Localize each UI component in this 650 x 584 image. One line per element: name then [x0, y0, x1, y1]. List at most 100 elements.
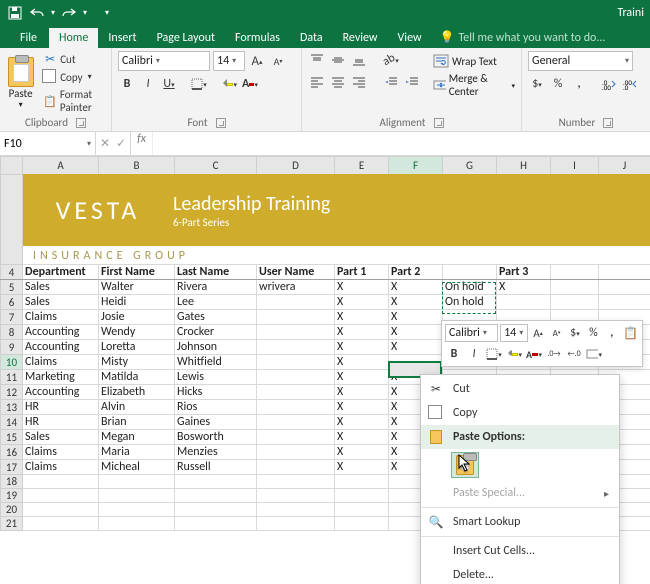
orientation-button[interactable]: ab▾ [382, 51, 400, 69]
cell-part1[interactable]: X [335, 430, 389, 445]
cell-part2[interactable]: X [389, 280, 443, 295]
bold-button[interactable]: B [118, 75, 136, 93]
cell-part1[interactable]: X [335, 340, 389, 355]
row-head-16[interactable]: 16 [1, 445, 23, 460]
cell-dept[interactable]: Sales [23, 295, 99, 310]
col-I[interactable]: I [551, 157, 599, 175]
mini-format-painter-icon[interactable]: 📋 [622, 324, 639, 342]
col-E[interactable]: E [335, 157, 389, 175]
chevron-down-icon[interactable]: ▾ [19, 100, 23, 110]
row-head-banner[interactable] [1, 175, 23, 265]
ctx-paste-default[interactable] [451, 452, 479, 478]
cell-part1[interactable]: X [335, 355, 389, 370]
underline-button[interactable]: U▾ [160, 75, 178, 93]
mini-fill-color[interactable]: ▾ [505, 345, 523, 363]
col-C[interactable]: C [175, 157, 257, 175]
mini-font-size[interactable]: 14▾ [500, 324, 528, 342]
cell-username[interactable] [257, 400, 335, 415]
mini-border[interactable]: ▾ [485, 345, 503, 363]
cell-lastname[interactable]: Crocker [175, 325, 257, 340]
row-head-6[interactable]: 6 [1, 295, 23, 310]
row-head-18[interactable]: 18 [1, 475, 23, 489]
cell-part1[interactable]: X [335, 385, 389, 400]
col-B[interactable]: B [99, 157, 175, 175]
row-head-15[interactable]: 15 [1, 430, 23, 445]
row-head-11[interactable]: 11 [1, 370, 23, 385]
mini-inc-decimal[interactable]: .0→ [545, 345, 563, 363]
cell-lastname[interactable]: Lee [175, 295, 257, 310]
cell-lastname[interactable]: Gates [175, 310, 257, 325]
cell-firstname[interactable]: Brian [99, 415, 175, 430]
undo-dropdown[interactable]: ▾ [48, 2, 58, 24]
cell-part1[interactable]: X [335, 280, 389, 295]
font-size-select[interactable]: 14▾ [213, 51, 245, 71]
cell-dept[interactable]: Claims [23, 460, 99, 475]
cell-lastname[interactable]: Bosworth [175, 430, 257, 445]
cell-part1[interactable]: X [335, 310, 389, 325]
row-head-7[interactable]: 7 [1, 310, 23, 325]
cell-part3[interactable] [497, 295, 551, 310]
increase-indent-icon[interactable] [403, 73, 421, 91]
cell-dept[interactable]: Accounting [23, 340, 99, 355]
italic-button[interactable]: I [139, 75, 157, 93]
header-last-name[interactable]: Last Name [175, 265, 257, 280]
row-head-21[interactable]: 21 [1, 517, 23, 531]
cell-lastname[interactable]: Johnson [175, 340, 257, 355]
row-head-13[interactable]: 13 [1, 400, 23, 415]
cell-lastname[interactable]: Gaines [175, 415, 257, 430]
cell-lastname[interactable]: Rios [175, 400, 257, 415]
col-H[interactable]: H [497, 157, 551, 175]
cell-firstname[interactable]: Wendy [99, 325, 175, 340]
comma-style-button[interactable]: , [570, 75, 588, 93]
cell-firstname[interactable]: Megan [99, 430, 175, 445]
cell-username[interactable] [257, 460, 335, 475]
cell-dept[interactable]: Accounting [23, 385, 99, 400]
header-part1[interactable]: Part 1 [335, 265, 389, 280]
header-part2[interactable]: Part 2 [389, 265, 443, 280]
cell-part3[interactable]: X [497, 280, 551, 295]
cell-G4[interactable] [443, 265, 497, 280]
cell-lastname[interactable]: Whitfield [175, 355, 257, 370]
ctx-copy[interactable]: Copy [421, 401, 619, 425]
cell-part1[interactable]: X [335, 460, 389, 475]
cell-part2[interactable]: X [389, 295, 443, 310]
increase-decimal-icon[interactable]: .0.00 [600, 75, 618, 93]
cell-firstname[interactable]: Alvin [99, 400, 175, 415]
row-head-9[interactable]: 9 [1, 340, 23, 355]
cell-g[interactable]: On hold [443, 280, 497, 295]
row-head-5[interactable]: 5 [1, 280, 23, 295]
enter-formula-icon[interactable]: ✓ [116, 136, 126, 151]
cell-part2[interactable]: X [389, 325, 443, 340]
header-part3[interactable]: Part 3 [497, 265, 551, 280]
paste-button[interactable]: Paste ▾ [6, 51, 35, 115]
name-box-input[interactable] [4, 137, 64, 151]
cancel-formula-icon[interactable]: ✕ [100, 136, 110, 151]
tab-insert[interactable]: Insert [98, 28, 146, 48]
cell-lastname[interactable]: Russell [175, 460, 257, 475]
row-head-17[interactable]: 17 [1, 460, 23, 475]
cell-g[interactable]: On hold [443, 295, 497, 310]
align-center-icon[interactable] [329, 73, 347, 91]
mini-currency[interactable]: $▾ [567, 324, 583, 342]
qat-customize[interactable]: ▾ [96, 2, 118, 24]
cell-dept[interactable]: Claims [23, 355, 99, 370]
border-button[interactable]: ▾ [190, 75, 208, 93]
fx-label[interactable]: fx [131, 132, 152, 155]
mini-merge[interactable]: ▾ [585, 345, 603, 363]
col-G[interactable]: G [443, 157, 497, 175]
tab-data[interactable]: Data [290, 28, 333, 48]
row-head-19[interactable]: 19 [1, 489, 23, 503]
save-icon[interactable] [4, 2, 26, 24]
cell-lastname[interactable]: Rivera [175, 280, 257, 295]
cell-dept[interactable]: Marketing [23, 370, 99, 385]
tab-page-layout[interactable]: Page Layout [147, 28, 225, 48]
header-first-name[interactable]: First Name [99, 265, 175, 280]
cell-firstname[interactable]: Heidi [99, 295, 175, 310]
tell-me-search[interactable]: 💡 Tell me what you want to do... [432, 27, 614, 48]
decrease-decimal-icon[interactable]: .00.0 [621, 75, 639, 93]
cell-part1[interactable]: X [335, 415, 389, 430]
cell-dept[interactable]: Accounting [23, 325, 99, 340]
row-head-12[interactable]: 12 [1, 385, 23, 400]
format-painter-button[interactable]: Format Painter [41, 87, 105, 115]
formula-input[interactable] [152, 132, 650, 155]
